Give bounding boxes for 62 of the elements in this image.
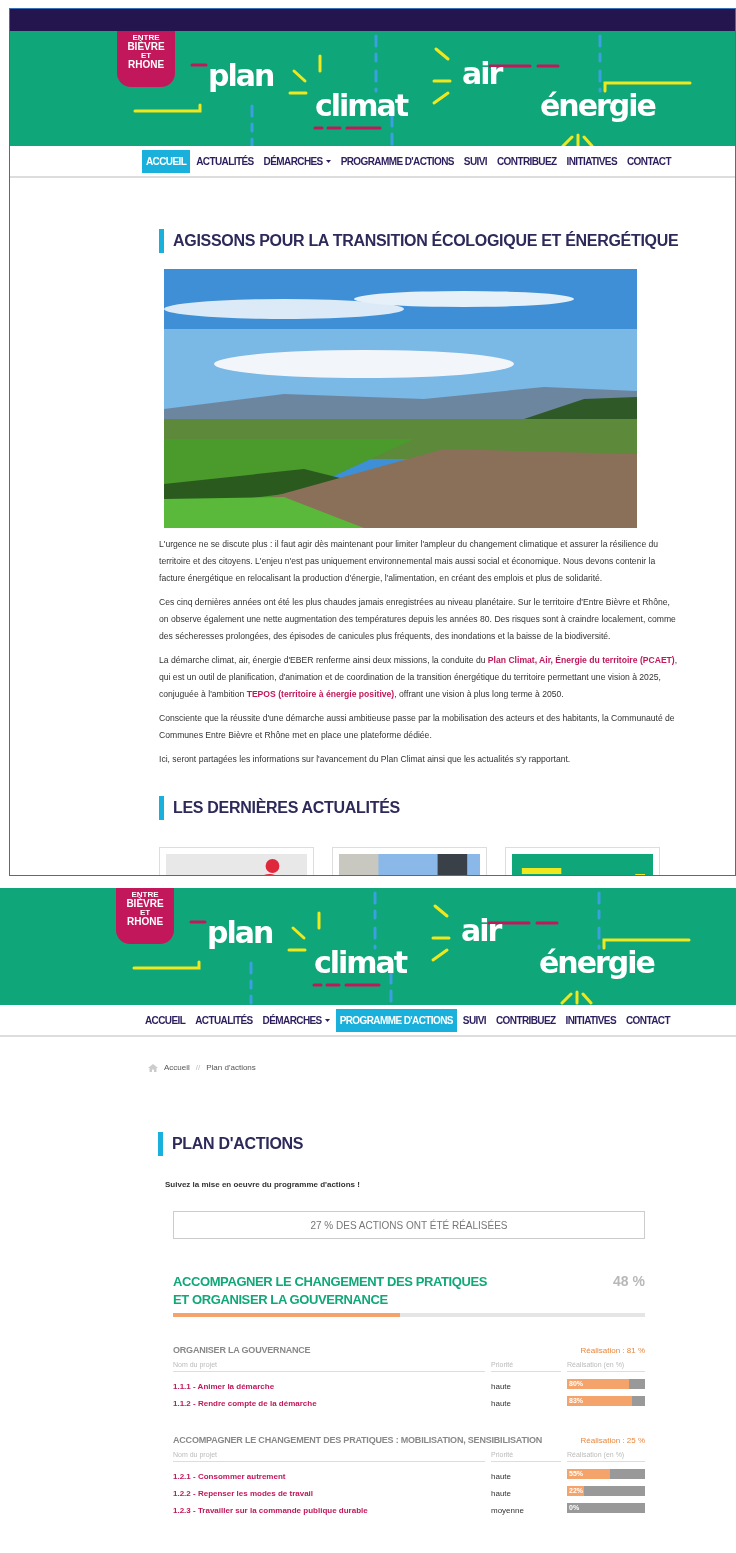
section-heading: PLAN D'ACTIONS <box>158 1132 680 1156</box>
logo-text: ENTRE <box>131 891 159 899</box>
banner-word: énergie <box>540 91 655 121</box>
link[interactable]: Plan Climat, Air, Énergie du territoire (PCAET) <box>487 655 675 665</box>
paragraph: Ici, seront partagées les informations sur l'avancement du Plan Climat ainsi que les actualités s'y rapportant. <box>159 753 572 766</box>
paragraph: La démarche climat, air, énergie d'EBER renferme ainsi deux missions, la conduite du Plan Climat, Air, Énergie du territoire (PCAET), qui est un outil de planification, d'animation et de coordination de la transition énergétique du territoire permettant une vision à 2025, conjuguée à l'ambition TEPOS (territoire à énergie positive), offrant une vision à plus long terme à 2050. <box>159 654 679 701</box>
breadcrumb-separator: // <box>195 1063 201 1072</box>
banner-word: air <box>462 59 502 89</box>
breadcrumb-link[interactable]: Plan d'actions <box>206 1063 256 1072</box>
paragraph: Consciente que la réussite d'une démarche aussi ambitieuse passe par la mobilisation des acteurs et des habitants, la Communauté de Communes Entre Bièvre et Rhône met en place une plateforme dédiée. <box>159 712 676 742</box>
logo-text: ENTRE <box>132 34 160 42</box>
breadcrumb-link[interactable]: Accueil <box>164 1063 190 1072</box>
logo-text: RHONE <box>126 917 164 927</box>
banner-word: climat <box>314 948 407 978</box>
priority-cell: haute <box>491 1399 512 1408</box>
subtitle: Suivez la mise en oeuvre du programme d'actions ! <box>165 1180 361 1189</box>
nav-item[interactable]: ACTUALITÉS <box>192 149 258 173</box>
nav-item[interactable]: SUIVI <box>459 149 491 173</box>
nav-item[interactable]: CONTACT <box>622 1008 674 1032</box>
nav-item[interactable]: CONTRIBUEZ <box>492 1008 560 1032</box>
banner-word: énergie <box>539 948 654 978</box>
paragraph: Ces cinq dernières années ont été les plus chaudes jamais enregistrées au niveau planétaire. Sur le territoire d'Entre Bièvre et Rhône, on observe également une nette augmentation des températures depuis les années 80. Des risques sont à craindre localement, comme des sécheresses prolongées, des épisodes de canicules plus fréquents, des inondations et la baisse de la biodiversité. <box>159 596 677 643</box>
banner-word: plan <box>207 918 273 948</box>
section-heading: LES DERNIÈRES ACTUALITÉS <box>159 796 679 820</box>
nav-item[interactable]: SUIVI <box>458 1008 490 1032</box>
nav-item[interactable]: DÉMARCHES <box>259 149 335 173</box>
logo[interactable]: ENTRE BIÈVRE ET RHONE <box>117 31 175 87</box>
project-link[interactable]: 1.2.3 - Travailler sur la commande publique durable <box>173 1506 368 1515</box>
nav-item[interactable]: DÉMARCHES <box>258 1008 334 1032</box>
priority-cell: haute <box>491 1382 512 1391</box>
banner-word: plan <box>208 61 274 91</box>
logo-text: BIÈVRE <box>127 42 165 52</box>
nav-item[interactable]: ACCUEIL <box>141 1008 190 1032</box>
logo-text: ET <box>139 909 151 917</box>
logo-text: RHONE <box>127 60 165 70</box>
nav-item[interactable]: CONTACT <box>623 149 675 173</box>
summary-box: 27 % DES ACTIONS ONT ÉTÉ RÉALISÉES <box>173 1211 645 1239</box>
nav-item[interactable]: PROGRAMME D'ACTIONS <box>336 149 458 173</box>
priority-cell: haute <box>491 1489 512 1498</box>
logo[interactable]: ENTRE BIÈVRE ET RHONE <box>116 888 174 944</box>
project-link[interactable]: 1.2.2 - Repenser les modes de travail <box>173 1489 314 1498</box>
priority-cell: haute <box>491 1472 512 1481</box>
project-link[interactable]: 1.1.1 - Animer la démarche <box>173 1382 275 1391</box>
logo-text: BIÈVRE <box>126 899 164 909</box>
priority-cell: moyenne <box>491 1506 524 1515</box>
axis-title: ACCOMPAGNER LE CHANGEMENT DES PRATIQUES ET ORGANISER LA GOUVERNANCE <box>173 1273 488 1309</box>
banner-word: climat <box>315 91 408 121</box>
realisation-label: Réalisation : 81 % <box>580 1346 645 1355</box>
group-title: ACCOMPAGNER LE CHANGEMENT DES PRATIQUES : MOBILISATION, SENSIBILISATION <box>173 1435 543 1445</box>
banner-word: air <box>461 916 501 946</box>
realisation-label: Réalisation : 25 % <box>580 1436 645 1445</box>
group-title: ORGANISER LA GOUVERNANCE <box>173 1345 311 1355</box>
project-link[interactable]: 1.2.1 - Consommer autrement <box>173 1472 286 1481</box>
paragraph: L'urgence ne se discute plus : il faut agir dès maintenant pour limiter l'ampleur du changement climatique et assurer la résilience du territoire et des citoyens. L'enjeu n'est pas uniquement environnemental mais aussi social et économique. Nous devons contenir la facture énergétique en relocalisant la production d'énergie, l'alimentation, en créant des emplois et plus de solidarité. <box>159 538 660 585</box>
nav-item[interactable]: CONTRIBUEZ <box>493 149 561 173</box>
section-heading: AGISSONS POUR LA TRANSITION ÉCOLOGIQUE ET ÉNERGÉTIQUE <box>159 229 679 253</box>
nav-item[interactable]: INITIATIVES <box>562 149 621 173</box>
nav-item[interactable]: ACTUALITÉS <box>191 1008 257 1032</box>
nav-item[interactable]: INITIATIVES <box>561 1008 620 1032</box>
logo-text: ET <box>140 52 152 60</box>
project-link[interactable]: 1.1.2 - Rendre compte de la démarche <box>173 1399 317 1408</box>
axis-percent: 48 % <box>613 1273 645 1289</box>
